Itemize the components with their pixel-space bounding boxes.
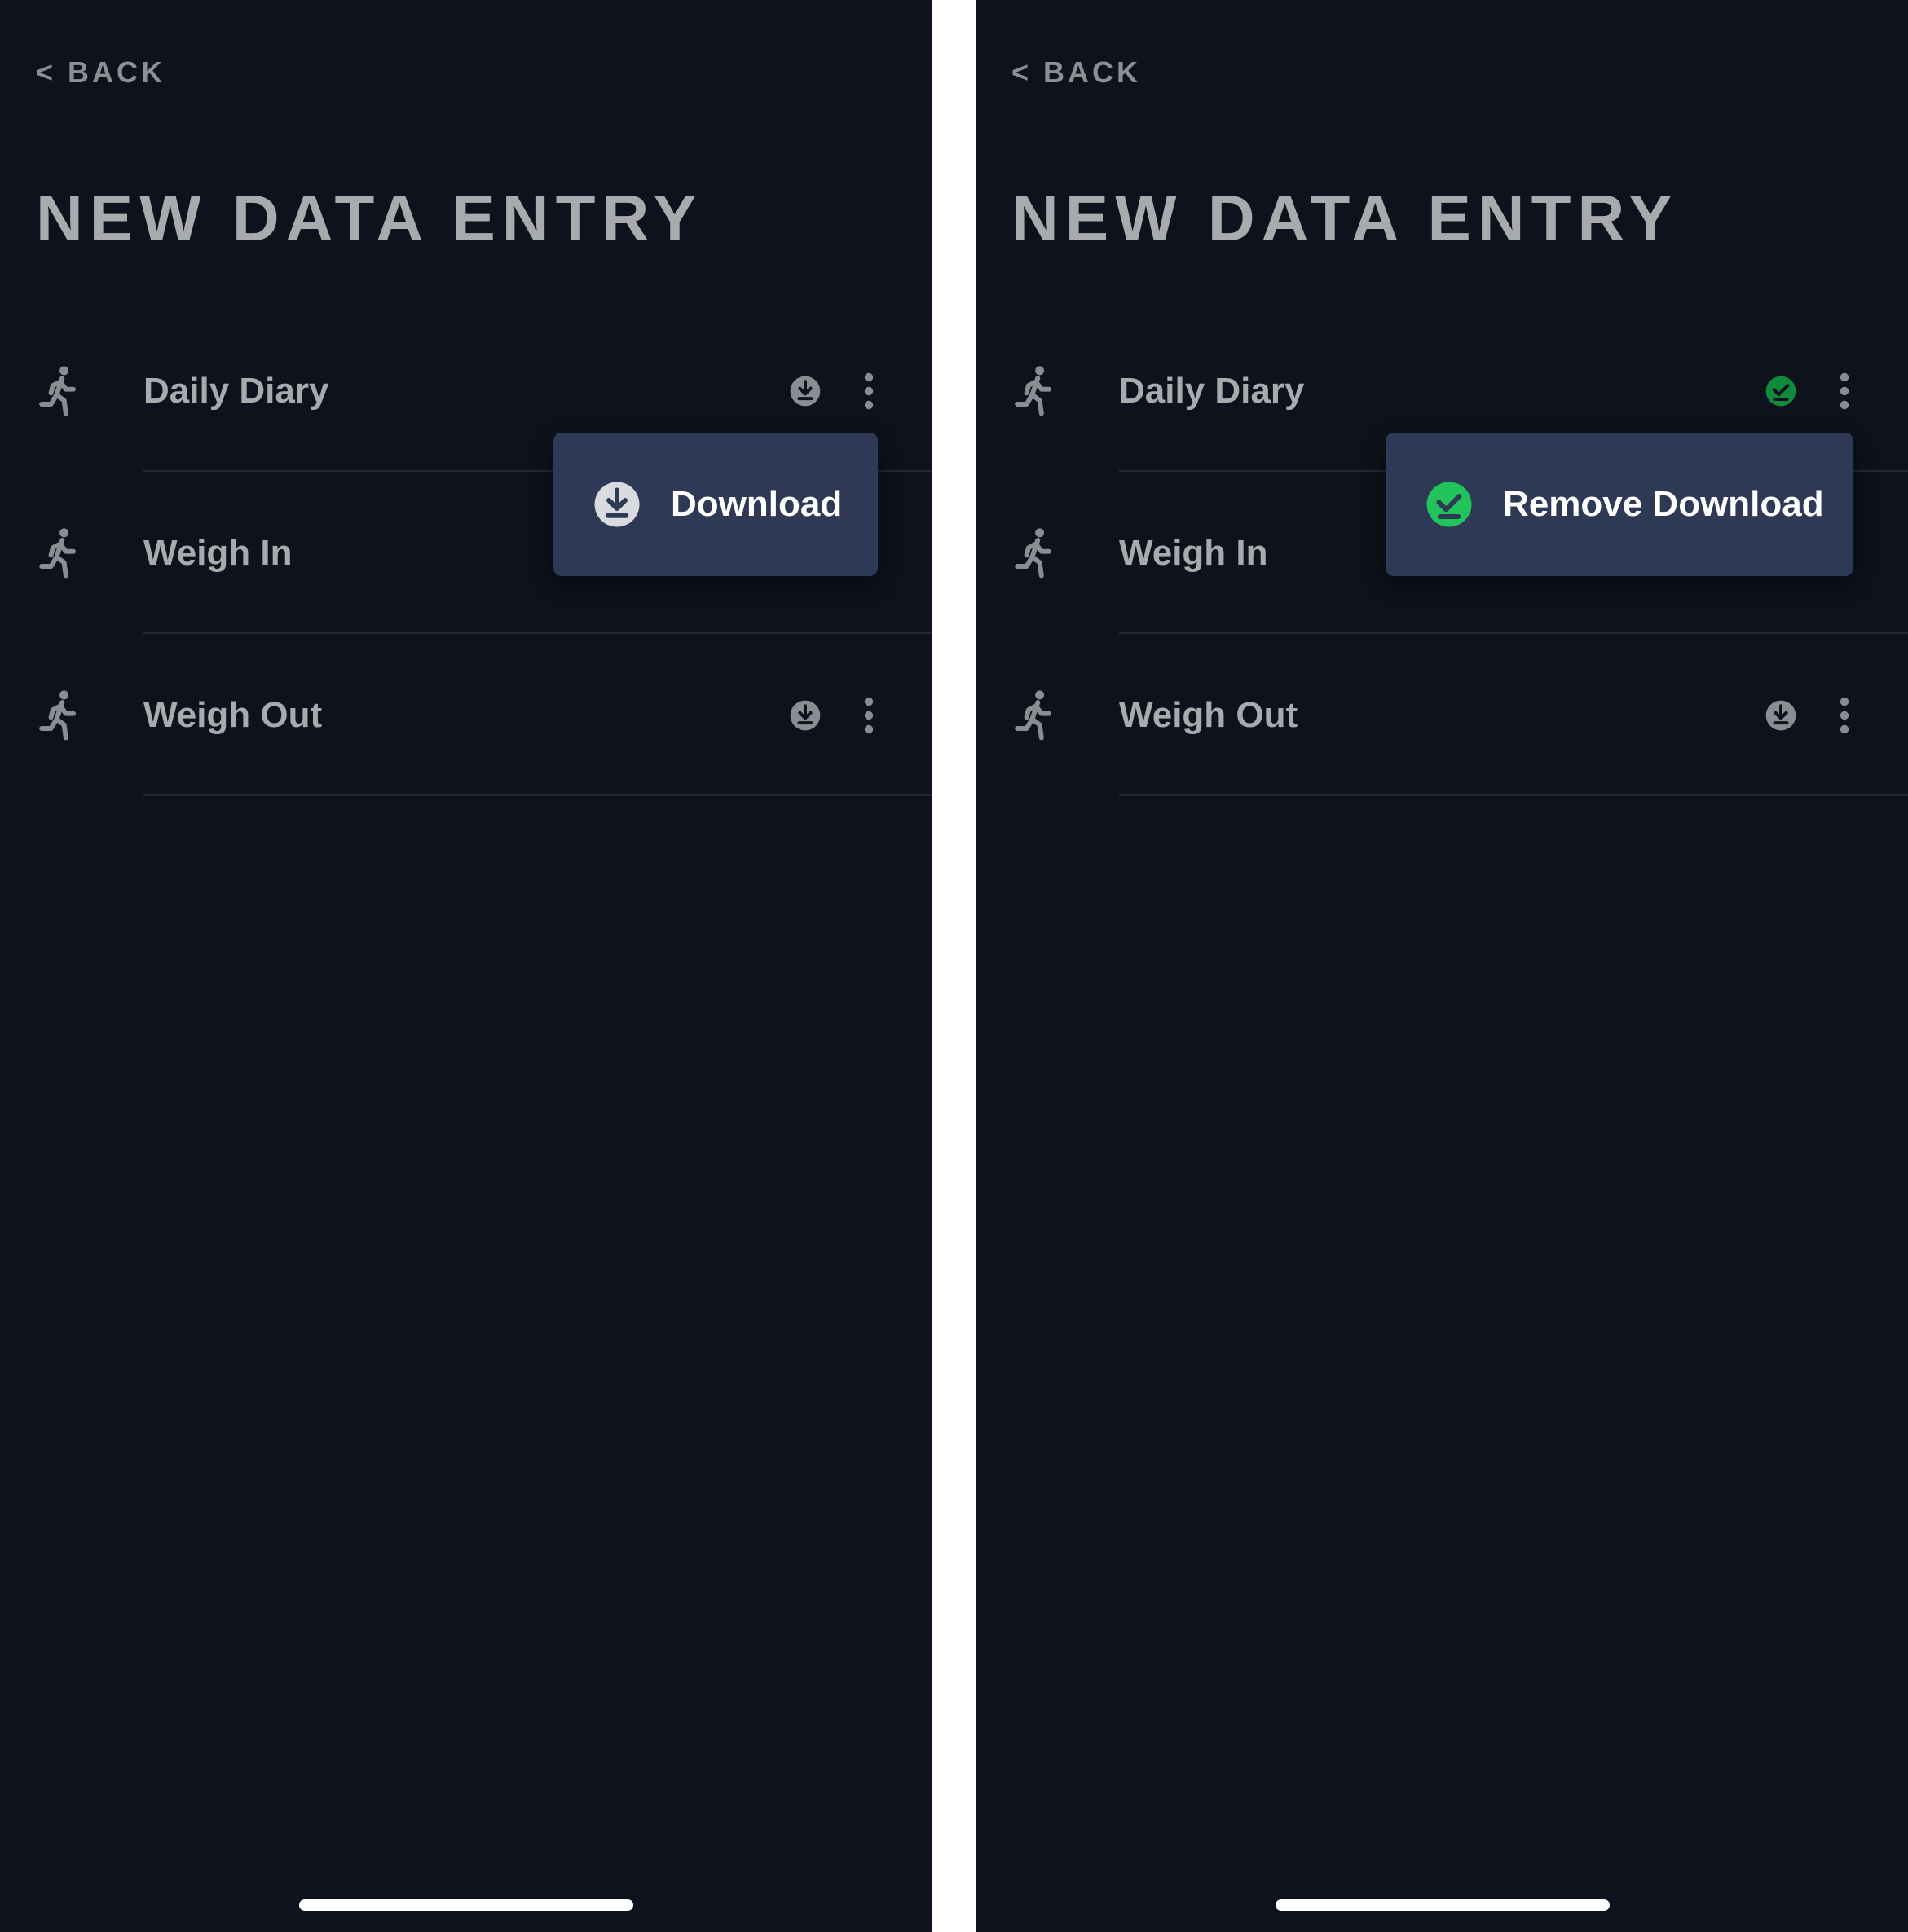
runner-icon	[1015, 527, 1051, 578]
more-options-icon[interactable]	[854, 696, 883, 735]
runner-icon	[1015, 365, 1051, 416]
back-link[interactable]: < BACK	[1011, 55, 1141, 90]
divider	[1119, 794, 1908, 796]
downloaded-check-icon[interactable]	[1765, 375, 1797, 407]
remove-download-menu-item[interactable]: Remove Download	[1386, 433, 1853, 576]
home-indicator[interactable]	[299, 1899, 633, 1911]
item-label: Weigh Out	[1119, 694, 1298, 735]
runner-icon	[39, 527, 76, 578]
page-title: NEW DATA ENTRY	[36, 182, 703, 254]
menu-item-label: Remove Download	[1503, 484, 1824, 524]
download-icon[interactable]	[789, 375, 822, 407]
item-label: Weigh In	[143, 532, 293, 573]
runner-icon	[1015, 689, 1051, 740]
menu-item-label: Download	[671, 484, 843, 524]
download-icon[interactable]	[1765, 699, 1797, 732]
item-label: Daily Diary	[1119, 370, 1305, 411]
screen-right: < BACK NEW DATA ENTRY Daily Diary Weigh …	[976, 0, 1908, 1932]
list-item-weigh-out[interactable]: Weigh Out	[0, 634, 932, 796]
page-title: NEW DATA ENTRY	[1011, 182, 1679, 254]
check-circle-icon	[1426, 482, 1472, 527]
screen-left: < BACK NEW DATA ENTRY Daily Diary Weigh …	[0, 0, 932, 1932]
download-icon	[594, 482, 640, 527]
item-label: Weigh In	[1119, 532, 1268, 573]
more-options-icon[interactable]	[1830, 372, 1859, 411]
download-menu-item[interactable]: Download	[553, 433, 878, 576]
more-options-icon[interactable]	[854, 372, 883, 411]
back-link[interactable]: < BACK	[36, 55, 165, 90]
runner-icon	[39, 689, 76, 740]
more-options-icon[interactable]	[1830, 696, 1859, 735]
runner-icon	[39, 365, 76, 416]
divider	[143, 794, 932, 796]
item-label: Weigh Out	[143, 694, 323, 735]
download-icon[interactable]	[789, 699, 822, 732]
home-indicator[interactable]	[1276, 1899, 1610, 1911]
list-item-weigh-out[interactable]: Weigh Out	[976, 634, 1908, 796]
item-label: Daily Diary	[143, 370, 329, 411]
